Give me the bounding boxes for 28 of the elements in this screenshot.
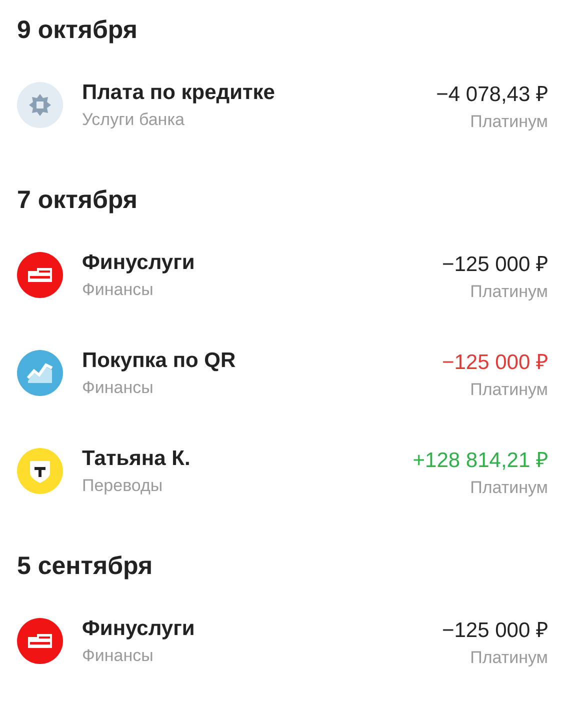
operation-amount: −125 000 ₽ <box>442 350 548 374</box>
card-name: Платинум <box>470 112 548 132</box>
operation-amount: +128 814,21 ₽ <box>412 448 548 472</box>
operation-amount: −4 078,43 ₽ <box>436 82 548 106</box>
operation-category: Услуги банка <box>82 110 186 130</box>
card-name: Платинум <box>470 648 548 668</box>
date-heading: 9 октября <box>16 15 138 46</box>
date-heading: 5 сентября <box>16 551 154 582</box>
card-name: Платинум <box>470 380 548 400</box>
operation-category: Финансы <box>82 378 154 398</box>
operation-category: Переводы <box>82 476 164 496</box>
card-name: Платинум <box>470 282 548 302</box>
operation-title[interactable]: Финуслуги <box>82 250 423 274</box>
bank-service-icon <box>17 82 63 128</box>
operation-title[interactable]: Финуслуги <box>82 616 423 640</box>
shield-icon <box>17 448 63 494</box>
finance-logo-icon <box>17 618 63 664</box>
chart-icon <box>17 350 63 396</box>
operation-category: Финансы <box>82 646 154 666</box>
card-name: Платинум <box>470 478 548 498</box>
operation-category: Финансы <box>82 280 154 300</box>
operation-title[interactable]: Плата по кредитке <box>82 80 418 104</box>
date-heading: 7 октября <box>16 185 138 216</box>
operation-amount: −125 000 ₽ <box>442 618 548 642</box>
finance-logo-icon <box>17 252 63 298</box>
operation-title[interactable]: Покупка по QR <box>82 348 423 372</box>
operation-amount: −125 000 ₽ <box>442 252 548 276</box>
operation-title[interactable]: Татьяна К. <box>82 446 394 470</box>
